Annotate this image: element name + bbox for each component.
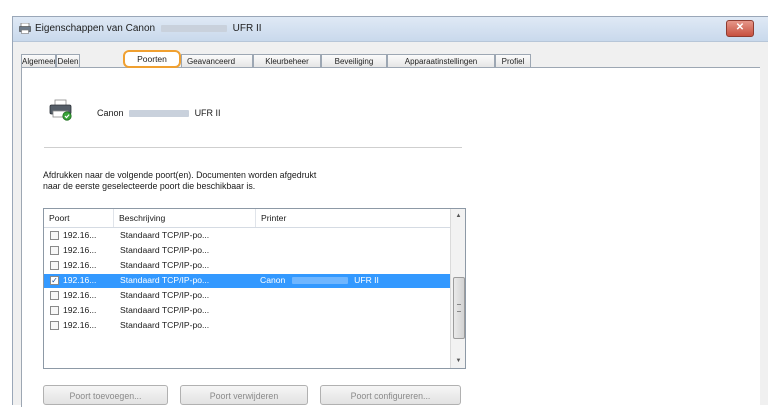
title-prefix: Eigenschappen van Canon bbox=[35, 23, 156, 34]
printer-cell: Canon UFR II bbox=[260, 275, 379, 285]
list-item-selected[interactable]: ✓ 192.16... Standaard TCP/IP-po... Canon… bbox=[44, 274, 450, 288]
list-header: Poort Beschrijving Printer bbox=[44, 209, 450, 228]
vertical-scrollbar[interactable]: ▲ ▼ bbox=[450, 209, 465, 368]
description-cell: Standaard TCP/IP-po... bbox=[120, 260, 210, 270]
tab-profiel[interactable]: Profiel bbox=[495, 54, 531, 67]
ports-list[interactable]: Poort Beschrijving Printer 192.16... Sta… bbox=[43, 208, 466, 369]
printer-name: Canon UFR II bbox=[97, 108, 221, 118]
description-cell: Standaard TCP/IP-po... bbox=[120, 275, 210, 285]
description-cell: Standaard TCP/IP-po... bbox=[120, 230, 210, 240]
port-checkbox-checked[interactable]: ✓ bbox=[50, 276, 59, 285]
title-suffix: UFR II bbox=[232, 23, 262, 34]
port-cell: 192.16... bbox=[63, 260, 97, 270]
column-header-port[interactable]: Poort bbox=[44, 209, 114, 227]
printer-icon bbox=[19, 23, 31, 34]
port-checkbox[interactable] bbox=[50, 306, 59, 315]
printer-model-suffix: UFR II bbox=[194, 108, 221, 118]
port-checkbox[interactable] bbox=[50, 261, 59, 270]
separator bbox=[44, 147, 462, 148]
window-title: Eigenschappen van Canon UFR II bbox=[35, 23, 262, 34]
description-line-1: Afdrukken naar de volgende poort(en). Do… bbox=[43, 170, 317, 180]
port-checkbox[interactable] bbox=[50, 321, 59, 330]
description-line-2: naar de eerste geselecteerde poort die b… bbox=[43, 181, 256, 191]
port-checkbox[interactable] bbox=[50, 291, 59, 300]
remove-port-button[interactable]: Poort verwijderen bbox=[180, 385, 308, 405]
title-bar[interactable]: Eigenschappen van Canon UFR II ✕ bbox=[13, 17, 768, 42]
tab-algemeen[interactable]: Algemeen bbox=[21, 54, 56, 67]
scroll-up-arrow-icon[interactable]: ▲ bbox=[451, 209, 465, 223]
port-checkbox[interactable] bbox=[50, 231, 59, 240]
tab-kleurbeheer[interactable]: Kleurbeheer bbox=[253, 54, 321, 67]
printer-cell-suffix: UFR II bbox=[354, 275, 379, 285]
description-cell: Standaard TCP/IP-po... bbox=[120, 245, 210, 255]
redacted-model bbox=[160, 24, 227, 32]
port-cell: 192.16... bbox=[63, 305, 97, 315]
configure-port-button[interactable]: Poort configureren... bbox=[320, 385, 461, 405]
close-button[interactable]: ✕ bbox=[726, 20, 754, 37]
tab-delen[interactable]: Delen bbox=[56, 54, 80, 67]
tab-apparaatinstellingen[interactable]: Apparaatinstellingen bbox=[387, 54, 495, 67]
grip-icon bbox=[457, 304, 461, 312]
scroll-down-arrow-icon[interactable]: ▼ bbox=[451, 354, 465, 368]
list-item[interactable]: 192.16... Standaard TCP/IP-po... bbox=[44, 304, 450, 318]
list-item[interactable]: 192.16... Standaard TCP/IP-po... bbox=[44, 319, 450, 333]
list-item[interactable]: 192.16... Standaard TCP/IP-po... bbox=[44, 244, 450, 258]
redacted-model bbox=[129, 110, 190, 118]
scroll-thumb[interactable] bbox=[453, 277, 465, 339]
port-cell: 192.16... bbox=[63, 245, 97, 255]
tab-geavanceerd[interactable]: Geavanceerd bbox=[181, 54, 253, 67]
column-header-description[interactable]: Beschrijving bbox=[114, 209, 256, 227]
port-cell: 192.16... bbox=[63, 320, 97, 330]
add-port-button[interactable]: Poort toevoegen... bbox=[43, 385, 168, 405]
tab-beveiliging[interactable]: Beveiliging bbox=[321, 54, 387, 67]
description-cell: Standaard TCP/IP-po... bbox=[120, 320, 210, 330]
ports-tab-panel: Canon UFR II Afdrukken naar de volgende … bbox=[21, 67, 760, 407]
printer-brand: Canon bbox=[97, 108, 124, 118]
column-header-printer[interactable]: Printer bbox=[256, 209, 450, 227]
description-cell: Standaard TCP/IP-po... bbox=[120, 305, 210, 315]
description-cell: Standaard TCP/IP-po... bbox=[120, 290, 210, 300]
list-item[interactable]: 192.16... Standaard TCP/IP-po... bbox=[44, 259, 450, 273]
network-printer-icon bbox=[49, 99, 72, 121]
ports-description: Afdrukken naar de volgende poort(en). Do… bbox=[43, 170, 423, 192]
redacted-model bbox=[291, 277, 348, 285]
properties-dialog: Eigenschappen van Canon UFR II ✕ Algemee… bbox=[12, 16, 768, 407]
port-checkbox[interactable] bbox=[50, 246, 59, 255]
list-item[interactable]: 192.16... Standaard TCP/IP-po... bbox=[44, 289, 450, 303]
list-item[interactable]: 192.16... Standaard TCP/IP-po... bbox=[44, 229, 450, 243]
printer-cell-brand: Canon bbox=[260, 275, 286, 285]
port-cell: 192.16... bbox=[63, 275, 97, 285]
port-cell: 192.16... bbox=[63, 290, 97, 300]
port-cell: 192.16... bbox=[63, 230, 97, 240]
tab-poorten[interactable]: Poorten bbox=[123, 50, 181, 68]
